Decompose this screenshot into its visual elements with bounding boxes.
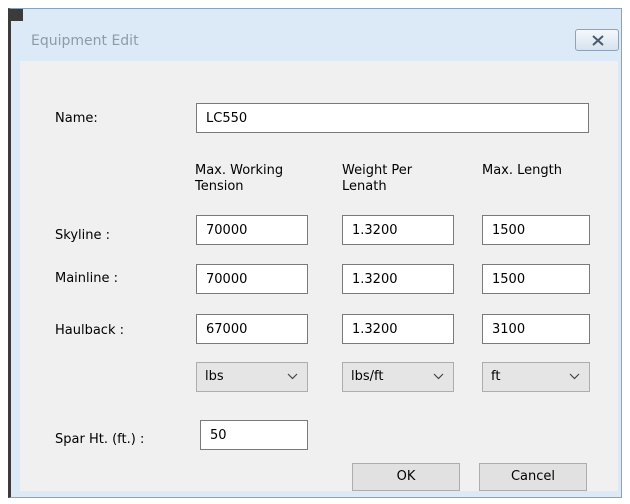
cancel-button[interactable]: Cancel bbox=[479, 463, 587, 491]
haulback-length-field[interactable] bbox=[482, 314, 590, 344]
haulback-label: Haulback : bbox=[55, 323, 124, 338]
col-header-length-line1: Max. Length bbox=[482, 163, 562, 178]
name-label: Name: bbox=[55, 111, 98, 126]
haulback-tension-field[interactable] bbox=[196, 314, 308, 344]
skyline-length-field[interactable] bbox=[482, 215, 590, 245]
close-icon bbox=[592, 35, 604, 46]
col-header-tension-line1: Max. Working bbox=[195, 163, 284, 178]
chevron-down-icon bbox=[287, 373, 298, 380]
dialog-client-area: Name: Max. Working Tension Weight Per Le… bbox=[20, 61, 618, 491]
haulback-weight-field[interactable] bbox=[342, 314, 454, 344]
equipment-edit-dialog: Equipment Edit Name: Max. Working Tensio… bbox=[8, 8, 622, 498]
chevron-down-icon bbox=[433, 373, 444, 380]
spar-height-field[interactable] bbox=[200, 420, 308, 450]
col-header-weight-line1: Weight Per bbox=[342, 163, 413, 178]
skyline-label: Skyline : bbox=[55, 228, 110, 243]
length-units-select[interactable]: ft bbox=[482, 362, 590, 392]
name-field[interactable] bbox=[196, 103, 589, 133]
mainline-tension-field[interactable] bbox=[196, 264, 308, 294]
length-units-value: ft bbox=[491, 369, 501, 384]
col-header-length: Max. Length bbox=[482, 163, 562, 179]
tension-units-select[interactable]: lbs bbox=[196, 362, 308, 392]
window-title: Equipment Edit bbox=[31, 33, 139, 49]
close-button[interactable] bbox=[575, 29, 619, 51]
ok-button[interactable]: OK bbox=[352, 463, 460, 491]
chevron-down-icon bbox=[569, 373, 580, 380]
weight-units-value: lbs/ft bbox=[351, 369, 384, 384]
col-header-weight-line2: Lenath bbox=[342, 179, 387, 194]
mainline-label: Mainline : bbox=[55, 271, 119, 286]
skyline-tension-field[interactable] bbox=[196, 215, 308, 245]
weight-units-select[interactable]: lbs/ft bbox=[342, 362, 454, 392]
col-header-weight: Weight Per Lenath bbox=[342, 163, 412, 195]
title-bar[interactable]: Equipment Edit bbox=[11, 9, 621, 61]
col-header-tension-line2: Tension bbox=[195, 179, 244, 194]
spar-height-label: Spar Ht. (ft.) : bbox=[55, 432, 145, 447]
mainline-length-field[interactable] bbox=[482, 264, 590, 294]
mainline-weight-field[interactable] bbox=[342, 264, 454, 294]
tension-units-value: lbs bbox=[205, 369, 224, 384]
skyline-weight-field[interactable] bbox=[342, 215, 454, 245]
col-header-tension: Max. Working Tension bbox=[195, 163, 283, 195]
